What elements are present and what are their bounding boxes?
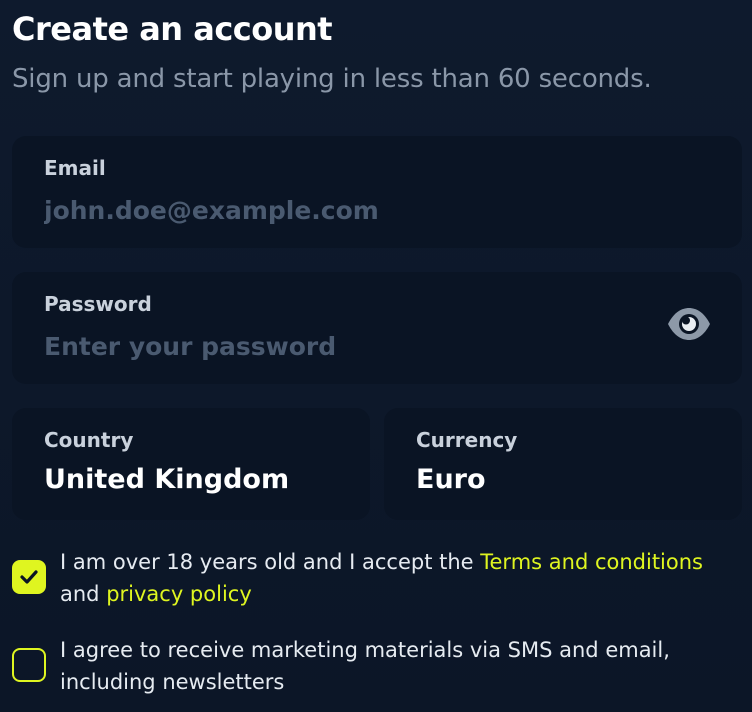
password-label: Password (44, 292, 152, 316)
age-consent-text-before: I am over 18 years old and I accept the (60, 550, 481, 574)
email-label: Email (44, 156, 106, 180)
country-value: United Kingdom (44, 464, 290, 495)
currency-label: Currency (416, 428, 518, 452)
marketing-consent-text: I agree to receive marketing materials v… (60, 638, 670, 694)
eye-icon[interactable] (666, 306, 712, 342)
terms-link[interactable]: Terms and conditions (480, 550, 703, 574)
page-subtitle: Sign up and start playing in less than 6… (12, 64, 652, 94)
country-label: Country (44, 428, 134, 452)
currency-select[interactable]: Currency Euro (384, 408, 742, 520)
password-input[interactable] (42, 326, 606, 366)
country-select[interactable]: Country United Kingdom (12, 408, 370, 520)
eye-icon-graphic (668, 308, 710, 340)
marketing-consent-checkbox[interactable] (12, 648, 46, 682)
currency-value: Euro (416, 464, 486, 495)
age-consent-text: I am over 18 years old and I accept the … (60, 546, 740, 610)
checkmark-icon (20, 570, 38, 584)
page-title: Create an account (12, 10, 333, 48)
age-consent-checkbox[interactable] (12, 560, 46, 594)
email-input[interactable] (42, 190, 646, 230)
password-field[interactable]: Password (12, 272, 742, 384)
privacy-policy-link[interactable]: privacy policy (106, 582, 252, 606)
email-field[interactable]: Email (12, 136, 742, 248)
age-consent-text-middle: and (60, 582, 107, 606)
